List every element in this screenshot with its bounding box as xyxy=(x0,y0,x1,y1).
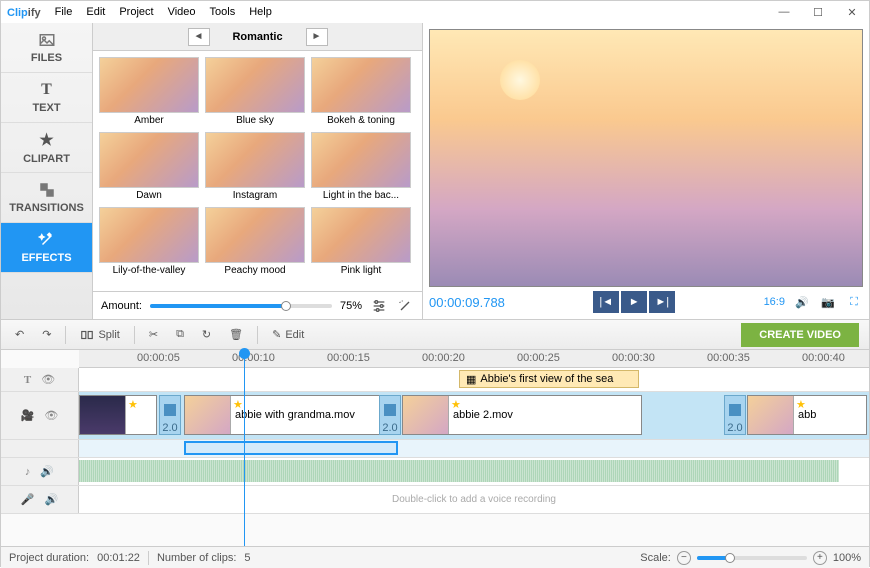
cut-button[interactable]: ✂ xyxy=(145,326,162,343)
fullscreen-icon[interactable]: ⛶ xyxy=(845,293,863,311)
edit-button[interactable]: ✎ Edit xyxy=(268,326,308,343)
next-frame-button[interactable]: ►| xyxy=(649,291,675,313)
tab-clipart[interactable]: ★CLIPART xyxy=(1,123,92,173)
mic-track-icon: 🎤 xyxy=(21,493,35,506)
menu-video[interactable]: Video xyxy=(168,6,196,18)
aspect-ratio[interactable]: 16:9 xyxy=(764,296,785,308)
visibility-icon[interactable]: 👁 xyxy=(41,373,55,386)
duration-value: 00:01:22 xyxy=(97,552,140,564)
tab-files[interactable]: FILES xyxy=(1,23,92,73)
text-track-icon: T xyxy=(24,374,31,386)
menu-file[interactable]: File xyxy=(55,6,73,18)
transition[interactable]: 2.0 xyxy=(159,395,181,435)
redo-button[interactable]: ↷ xyxy=(38,326,55,343)
zoom-slider[interactable] xyxy=(697,556,807,560)
amount-slider[interactable] xyxy=(150,304,332,308)
create-video-button[interactable]: CREATE VIDEO xyxy=(741,323,859,347)
menu-edit[interactable]: Edit xyxy=(86,6,105,18)
effect-item[interactable]: Lily-of-the-valley xyxy=(99,207,199,278)
scale-value: 100% xyxy=(833,552,861,564)
close-button[interactable]: ✕ xyxy=(841,6,863,19)
amount-value: 75% xyxy=(340,300,362,312)
clips-value: 5 xyxy=(244,552,250,564)
effect-item[interactable]: Light in the bac... xyxy=(311,132,411,203)
amount-label: Amount: xyxy=(101,300,142,312)
effect-item[interactable]: Amber xyxy=(99,57,199,128)
app-logo: Clipify xyxy=(7,5,41,19)
split-button[interactable]: Split xyxy=(76,326,123,344)
text-clip-icon: ▦ xyxy=(466,373,476,386)
transition[interactable]: 2.0 xyxy=(379,395,401,435)
mute-icon[interactable]: 🔊 xyxy=(40,465,54,478)
crop-button[interactable]: ⧉ xyxy=(172,326,188,343)
zoom-out-button[interactable]: − xyxy=(677,551,691,565)
audio-track-icon: ♪ xyxy=(25,466,31,478)
tab-effects[interactable]: EFFECTS xyxy=(1,223,92,273)
undo-button[interactable]: ↶ xyxy=(11,326,28,343)
maximize-button[interactable]: ☐ xyxy=(807,6,829,19)
wand-icon[interactable] xyxy=(396,297,414,315)
scale-label: Scale: xyxy=(640,552,671,564)
text-clip[interactable]: ▦Abbie's first view of the sea xyxy=(459,370,639,388)
timecode: 00:00:09.788 xyxy=(429,295,505,310)
play-button[interactable]: ► xyxy=(621,291,647,313)
volume-icon[interactable]: 🔊 xyxy=(793,293,811,311)
video-clip[interactable]: ★abbie with grandma.mov xyxy=(184,395,398,435)
tab-transitions[interactable]: TRANSITIONS xyxy=(1,173,92,223)
effect-item[interactable]: Dawn xyxy=(99,132,199,203)
preview-viewport xyxy=(429,29,863,287)
clips-label: Number of clips: xyxy=(157,552,236,564)
effect-item[interactable]: Bokeh & toning xyxy=(311,57,411,128)
category-next-button[interactable]: ► xyxy=(306,28,328,46)
video-clip[interactable]: ★abb xyxy=(747,395,867,435)
effect-item[interactable]: Instagram xyxy=(205,132,305,203)
effect-item[interactable]: Pink light xyxy=(311,207,411,278)
effects-grid: Amber Blue sky Bokeh & toning Dawn Insta… xyxy=(93,51,422,291)
snapshot-icon[interactable]: 📷 xyxy=(819,293,837,311)
category-name: Romantic xyxy=(218,31,298,43)
video-clip[interactable]: ★abbie 2.mov xyxy=(402,395,642,435)
delete-button[interactable]: 🗑 xyxy=(225,326,247,343)
category-prev-button[interactable]: ◄ xyxy=(188,28,210,46)
mute-icon[interactable]: 🔊 xyxy=(45,493,59,506)
zoom-in-button[interactable]: + xyxy=(813,551,827,565)
menu-project[interactable]: Project xyxy=(119,6,153,18)
transition[interactable]: 2.0 xyxy=(724,395,746,435)
visibility-icon[interactable]: 👁 xyxy=(44,409,58,422)
playhead[interactable] xyxy=(244,350,245,546)
duration-label: Project duration: xyxy=(9,552,89,564)
minimize-button[interactable]: — xyxy=(773,6,795,19)
rotate-button[interactable]: ↻ xyxy=(198,326,215,343)
video-track-icon: 🎥 xyxy=(21,409,35,422)
audio-waveform[interactable] xyxy=(79,460,839,482)
time-ruler[interactable]: 00:00:0500:00:1000:00:1500:00:2000:00:25… xyxy=(79,350,869,368)
video-clip[interactable]: ★ xyxy=(79,395,157,435)
tab-text[interactable]: TTEXT xyxy=(1,73,92,123)
menu-tools[interactable]: Tools xyxy=(210,6,236,18)
effect-item[interactable]: Blue sky xyxy=(205,57,305,128)
prev-frame-button[interactable]: |◄ xyxy=(593,291,619,313)
selection-range[interactable] xyxy=(184,441,398,455)
settings-icon[interactable] xyxy=(370,297,388,315)
main-menu: File Edit Project Video Tools Help xyxy=(55,6,272,18)
menu-help[interactable]: Help xyxy=(249,6,272,18)
voice-track[interactable]: Double-click to add a voice recording xyxy=(79,486,869,513)
effect-item[interactable]: Peachy mood xyxy=(205,207,305,278)
